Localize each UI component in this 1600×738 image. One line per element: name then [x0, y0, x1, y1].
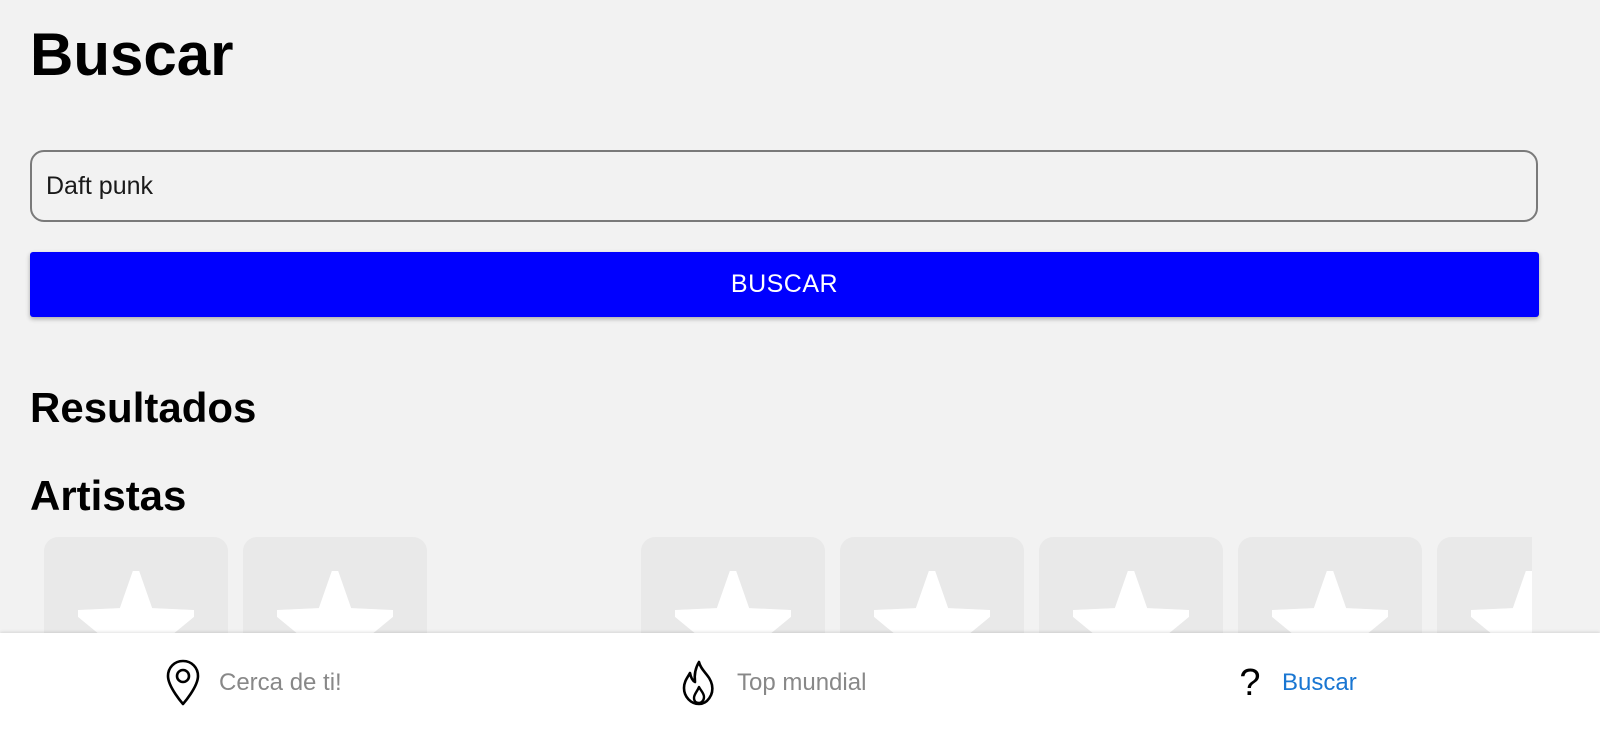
results-heading: Resultados	[30, 384, 257, 431]
nav-item-top-mundial[interactable]: Top mundial	[679, 633, 866, 733]
artist-card[interactable]	[44, 537, 228, 633]
bottom-navigation: Cerca de ti! Top mundial ? Buscar	[0, 633, 1600, 738]
artist-card[interactable]	[840, 537, 1024, 633]
star-placeholder-icon	[874, 571, 990, 633]
nav-label-buscar: Buscar	[1282, 669, 1357, 696]
nav-item-buscar[interactable]: ? Buscar	[1236, 633, 1357, 733]
artist-list	[30, 537, 1532, 633]
search-input[interactable]	[30, 150, 1538, 222]
artist-card[interactable]	[641, 537, 825, 633]
nav-label-cerca-de-ti: Cerca de ti!	[219, 669, 342, 696]
question-mark-icon: ?	[1239, 662, 1261, 704]
nav-label-top-mundial: Top mundial	[737, 669, 867, 696]
artist-card[interactable]	[1238, 537, 1422, 633]
artist-card[interactable]	[243, 537, 427, 633]
artist-card[interactable]	[1437, 537, 1532, 633]
search-button[interactable]: BUSCAR	[30, 252, 1539, 317]
artist-card[interactable]	[1039, 537, 1223, 633]
star-placeholder-icon	[1471, 571, 1532, 633]
star-placeholder-icon	[78, 571, 194, 633]
fire-icon	[682, 660, 714, 706]
location-pin-icon	[166, 659, 200, 706]
artists-heading: Artistas	[30, 472, 187, 519]
page-title: Buscar	[30, 21, 234, 88]
star-placeholder-icon	[1272, 571, 1388, 633]
star-placeholder-icon	[675, 571, 791, 633]
search-screen: Buscar BUSCAR Resultados Artistas	[0, 0, 1600, 738]
star-placeholder-icon	[1073, 571, 1189, 633]
nav-item-cerca-de-ti[interactable]: Cerca de ti!	[165, 633, 342, 733]
star-placeholder-icon	[277, 571, 393, 633]
